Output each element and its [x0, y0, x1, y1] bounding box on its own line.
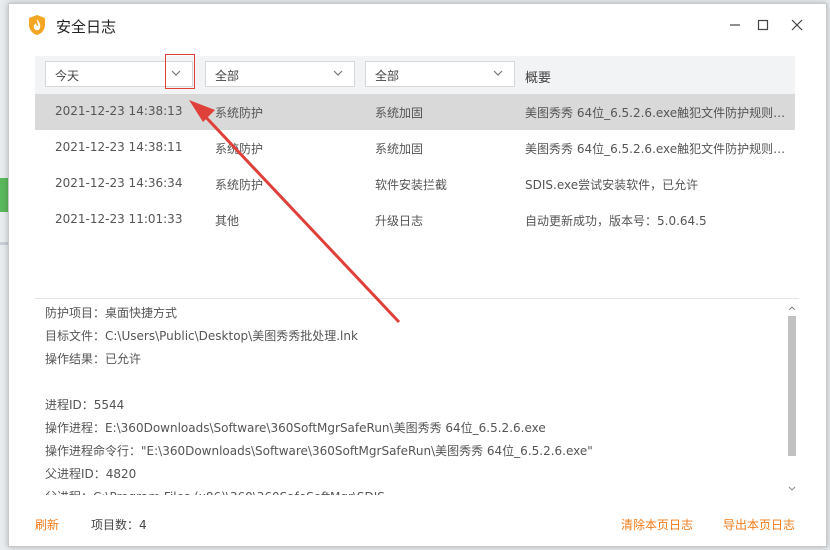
item-count-label: 项目数：: [91, 518, 140, 532]
background-app-strip: [0, 242, 8, 245]
filter-bar: 今天 全部 全部 概要: [35, 56, 795, 94]
chevron-down-icon: [333, 70, 343, 76]
close-icon: [791, 19, 803, 31]
type-filter-dropdown[interactable]: 全部: [205, 61, 355, 87]
clear-log-link[interactable]: 清除本页日志: [621, 516, 693, 533]
annotation-highlight-box: [165, 54, 195, 89]
cell-time: 2021-12-23 14:36:34: [55, 176, 183, 190]
minimize-icon: [730, 24, 740, 26]
cell-summary: 自动更新成功，版本号：5.0.64.5: [525, 214, 707, 228]
cell-category: 系统加固: [375, 142, 424, 156]
minimize-button[interactable]: [723, 14, 747, 38]
cell-summary: 美图秀秀 64位_6.5.2.6.exe触犯文件防护规则，已...: [525, 106, 793, 120]
log-table: 2021-12-23 14:38:13 系统防护 系统加固 美图秀秀 64位_6…: [35, 94, 795, 238]
detail-panel[interactable]: 防护项目：桌面快捷方式 目标文件：C:\Users\Public\Desktop…: [45, 302, 785, 495]
chevron-down-icon: [493, 70, 503, 76]
cell-type: 系统防护: [215, 178, 264, 192]
table-row[interactable]: 2021-12-23 14:38:13 系统防护 系统加固 美图秀秀 64位_6…: [35, 94, 795, 130]
detail-line: 操作结果：已允许: [45, 352, 142, 366]
chevron-up-icon[interactable]: [788, 304, 796, 312]
table-row[interactable]: 2021-12-23 14:36:34 系统防护 软件安装拦截 SDIS.exe…: [35, 166, 795, 202]
window-title: 安全日志: [56, 18, 117, 36]
detail-line: 操作进程：E:\360Downloads\Software\360SoftMgr…: [45, 421, 546, 435]
title-bar: 安全日志: [9, 4, 826, 48]
cell-summary: SDIS.exe尝试安装软件，已允许: [525, 178, 699, 192]
category-filter-dropdown[interactable]: 全部: [365, 61, 515, 87]
item-count-value: 4: [139, 518, 147, 532]
cell-time: 2021-12-23 14:38:11: [55, 140, 183, 154]
detail-line: 目标文件：C:\Users\Public\Desktop\美图秀秀批处理.lnk: [45, 329, 358, 343]
detail-line: 父进程ID：4820: [45, 467, 137, 481]
export-log-link[interactable]: 导出本页日志: [723, 516, 795, 533]
detail-line: 操作进程命令行："E:\360Downloads\Software\360Sof…: [45, 444, 593, 458]
cell-category: 升级日志: [375, 214, 424, 228]
cell-type: 系统防护: [215, 106, 264, 120]
category-filter-value: 全部: [375, 69, 400, 83]
detail-line: 父进程：C:\Program Files (x86)\360\360SafeSo…: [45, 486, 785, 495]
type-filter-value: 全部: [215, 69, 240, 83]
cell-time: 2021-12-23 14:38:13: [55, 104, 183, 118]
cell-summary: 美图秀秀 64位_6.5.2.6.exe触犯文件防护规则，已...: [525, 142, 793, 156]
footer: 刷新 项目数：4 清除本页日志 导出本页日志: [9, 500, 826, 546]
cell-type: 其他: [215, 214, 240, 228]
summary-column-header: 概要: [525, 71, 552, 86]
refresh-link[interactable]: 刷新: [35, 516, 59, 533]
background-app-strip: [0, 178, 8, 212]
security-log-window: 安全日志 今天 全部 全部 概要 2021-12-23 14:38:13 系统防…: [8, 3, 827, 547]
cell-category: 软件安装拦截: [375, 178, 448, 192]
cell-category: 系统加固: [375, 106, 424, 120]
detail-line: [45, 371, 785, 394]
detail-line: 进程ID：5544: [45, 398, 125, 412]
cell-time: 2021-12-23 11:01:33: [55, 212, 183, 226]
divider: [35, 298, 799, 299]
chevron-down-icon[interactable]: [788, 485, 796, 493]
time-filter-value: 今天: [55, 69, 80, 83]
close-button[interactable]: [785, 14, 809, 38]
table-row[interactable]: 2021-12-23 11:01:33 其他 升级日志 自动更新成功，版本号：5…: [35, 202, 795, 238]
shield-flame-icon: [29, 15, 45, 35]
cell-type: 系统防护: [215, 142, 264, 156]
maximize-icon: [757, 19, 769, 31]
detail-scrollbar[interactable]: [786, 302, 798, 495]
item-count: 项目数：4: [91, 516, 147, 533]
table-row[interactable]: 2021-12-23 14:38:11 系统防护 系统加固 美图秀秀 64位_6…: [35, 130, 795, 166]
scrollbar-thumb[interactable]: [788, 316, 796, 456]
detail-line: 防护项目：桌面快捷方式: [45, 306, 178, 320]
maximize-button[interactable]: [751, 14, 775, 38]
